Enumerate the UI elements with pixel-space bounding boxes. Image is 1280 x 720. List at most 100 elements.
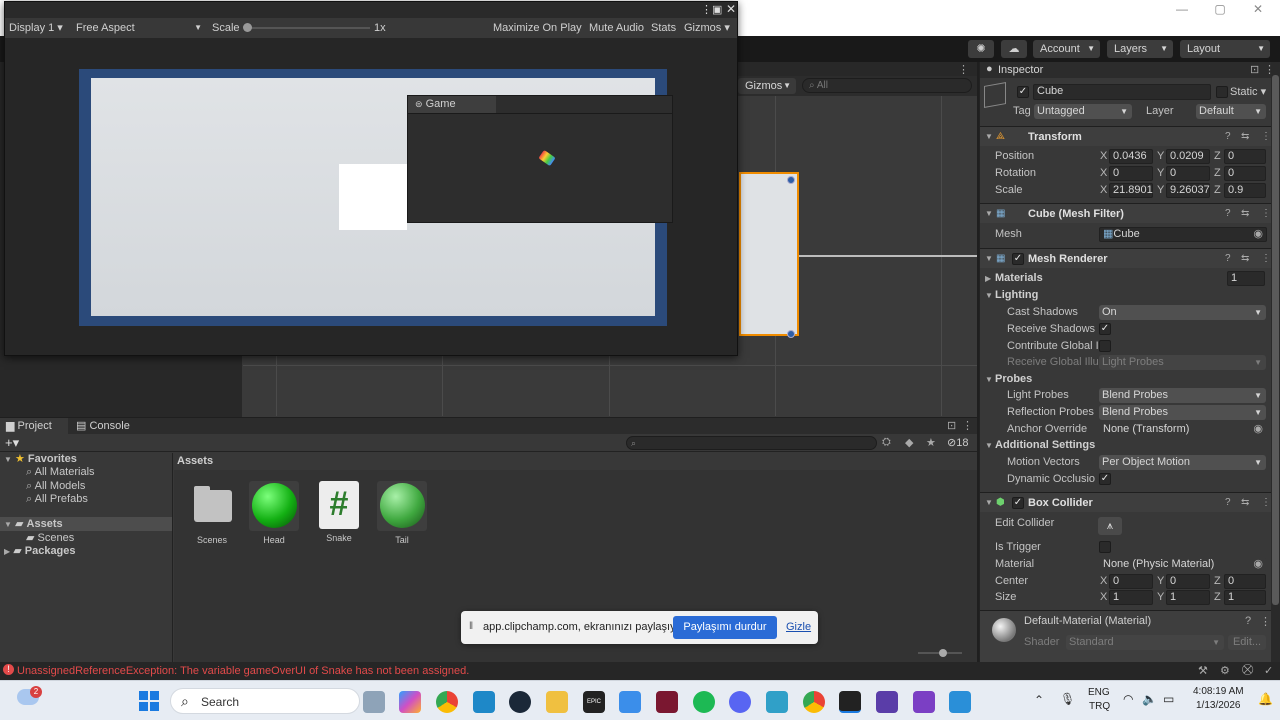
steam-icon[interactable]: [509, 691, 531, 713]
favorites-node[interactable]: ▼ ★ Favorites: [4, 453, 77, 466]
stop-sharing-button[interactable]: Paylaşımı durdur: [673, 616, 777, 639]
packages-node[interactable]: ▶ ▰ Packages: [4, 545, 76, 558]
materials-count-field[interactable]: 1: [1227, 271, 1265, 286]
scale-z-field[interactable]: 0.9: [1224, 183, 1266, 198]
size-y-field[interactable]: 1: [1166, 590, 1210, 605]
rotation-y-field[interactable]: 0: [1166, 166, 1210, 181]
app-icon[interactable]: [473, 691, 495, 713]
maximize-button[interactable]: ▢: [1201, 0, 1239, 18]
center-y-field[interactable]: 0: [1166, 574, 1210, 589]
box-collider-enabled-checkbox[interactable]: ✓: [1012, 497, 1024, 509]
console-error-message[interactable]: UnassignedReferenceException: The variab…: [17, 665, 717, 677]
asset-snake-script[interactable]: # Snake: [312, 481, 366, 543]
layout-dropdown[interactable]: Layout ▼: [1180, 40, 1270, 58]
volume-icon[interactable]: 🔈: [1142, 692, 1157, 706]
favorite-item[interactable]: ⌕ All Materials: [26, 466, 95, 479]
center-x-field[interactable]: 0: [1109, 574, 1153, 589]
game-menu-icon[interactable]: ⋮: [701, 3, 712, 16]
preset-icon[interactable]: ⇆: [1241, 493, 1249, 513]
epic-games-icon[interactable]: EPIC: [583, 691, 605, 713]
object-name-input[interactable]: Cube: [1033, 84, 1211, 100]
probes-section[interactable]: ▼ Probes: [980, 371, 1272, 388]
chrome-icon[interactable]: [436, 691, 458, 713]
debug-icon[interactable]: ⚒: [1198, 664, 1208, 677]
edit-collider-button[interactable]: ⩚: [1098, 517, 1122, 535]
active-checkbox[interactable]: ✓: [1017, 86, 1029, 98]
filter-type-icon[interactable]: ⛭: [882, 436, 891, 449]
app-icon[interactable]: [876, 691, 898, 713]
help-icon[interactable]: ?: [1225, 493, 1231, 513]
discord-icon[interactable]: [729, 691, 751, 713]
preset-icon[interactable]: ⇆: [1241, 204, 1249, 224]
scale-handle[interactable]: [787, 330, 795, 338]
lock-icon[interactable]: ⊡: [1250, 63, 1259, 76]
project-search-input[interactable]: ⌕: [626, 436, 877, 450]
spotify-icon[interactable]: [693, 691, 715, 713]
mesh-filter-header[interactable]: ▼ ▦ Cube (Mesh Filter) ? ⇆ ⋮: [980, 203, 1272, 223]
materials-row[interactable]: ▶ Materials 1: [980, 270, 1272, 287]
mesh-renderer-enabled-checkbox[interactable]: ✓: [1012, 253, 1024, 265]
game-tab[interactable]: ⊜ Game: [408, 96, 496, 113]
stats-toggle[interactable]: Stats: [651, 21, 676, 35]
visual-studio-icon[interactable]: [913, 691, 935, 713]
maximize-on-play-toggle[interactable]: Maximize On Play: [493, 21, 582, 35]
task-view-icon[interactable]: [363, 691, 385, 713]
favorite-star-icon[interactable]: ★: [926, 436, 936, 449]
copilot-icon[interactable]: [399, 691, 421, 713]
layer-dropdown[interactable]: Default ▼: [1196, 104, 1266, 119]
scale-handle[interactable]: [787, 176, 795, 184]
center-z-field[interactable]: 0: [1224, 574, 1266, 589]
project-menu-icon[interactable]: ⋮: [962, 418, 973, 434]
asset-head-material[interactable]: Head: [247, 481, 301, 545]
mesh-renderer-header[interactable]: ▼ ▦ ✓ Mesh Renderer ? ⇆ ⋮: [980, 248, 1272, 268]
drag-handle-icon[interactable]: ‖: [469, 621, 473, 632]
layers-dropdown[interactable]: Layers ▼: [1107, 40, 1173, 58]
game-maximize-icon[interactable]: ▣: [712, 3, 722, 16]
scene-menu-icon[interactable]: ⋮: [958, 63, 969, 76]
minimize-button[interactable]: —: [1163, 0, 1201, 18]
app-icon[interactable]: [949, 691, 971, 713]
transform-header[interactable]: ▼ ⟁ Transform ? ⇆ ⋮: [980, 126, 1272, 146]
shader-edit-button[interactable]: Edit...: [1228, 635, 1266, 650]
component-menu-icon[interactable]: ⋮: [1261, 249, 1271, 269]
component-menu-icon[interactable]: ⋮: [1261, 493, 1271, 513]
scenes-node[interactable]: ▰ Scenes: [26, 532, 74, 545]
console-tab[interactable]: ▤ Console: [76, 418, 130, 434]
assets-breadcrumb[interactable]: Assets: [177, 455, 213, 467]
file-explorer-icon[interactable]: [546, 691, 568, 713]
contribute-gi-checkbox[interactable]: [1099, 340, 1111, 352]
lock-icon[interactable]: ⊡: [947, 418, 956, 434]
chevron-up-icon[interactable]: ⌃: [1034, 693, 1044, 707]
object-picker-icon[interactable]: ◉: [1253, 228, 1263, 241]
receive-shadows-checkbox[interactable]: ✓: [1099, 323, 1111, 335]
additional-settings-section[interactable]: ▼ Additional Settings: [980, 437, 1272, 454]
reflection-probes-dropdown[interactable]: Blend Probes ▼: [1099, 405, 1266, 420]
project-tab[interactable]: ▆ Project: [6, 418, 52, 434]
motion-vectors-dropdown[interactable]: Per Object Motion ▼: [1099, 455, 1266, 470]
gizmos-dropdown[interactable]: Gizmos ▾: [684, 21, 730, 35]
component-menu-icon[interactable]: ⋮: [1261, 204, 1271, 224]
selected-cube[interactable]: [739, 172, 799, 336]
component-menu-icon[interactable]: ⋮: [1261, 127, 1271, 147]
scale-slider[interactable]: [245, 27, 370, 29]
position-z-field[interactable]: 0: [1224, 149, 1266, 164]
taskbar-search-box[interactable]: ⌕ Search: [170, 688, 360, 714]
wifi-icon[interactable]: ◠: [1123, 692, 1133, 706]
collider-material-field[interactable]: None (Physic Material) ◉: [1099, 557, 1267, 572]
icon-size-slider-thumb[interactable]: [939, 649, 947, 657]
component-menu-icon[interactable]: ⋮: [1260, 615, 1271, 628]
help-icon[interactable]: ?: [1225, 204, 1231, 224]
game-close-icon[interactable]: ✕: [726, 2, 736, 16]
size-x-field[interactable]: 1: [1109, 590, 1153, 605]
cache-icon[interactable]: ⛒: [1242, 664, 1253, 677]
cast-shadows-dropdown[interactable]: On ▼: [1099, 305, 1266, 320]
hide-link[interactable]: Gizle: [786, 621, 811, 633]
preset-icon[interactable]: ⇆: [1241, 249, 1249, 269]
windows-start-icon[interactable]: [139, 691, 159, 711]
clock-date[interactable]: 1/13/2026: [1196, 700, 1241, 711]
asset-tail-material[interactable]: Tail: [375, 481, 429, 545]
bake-icon[interactable]: ⚙: [1220, 664, 1230, 677]
cloud-icon[interactable]: ☁: [1001, 40, 1027, 58]
size-z-field[interactable]: 1: [1224, 590, 1266, 605]
services-icon[interactable]: ✺: [968, 40, 994, 58]
